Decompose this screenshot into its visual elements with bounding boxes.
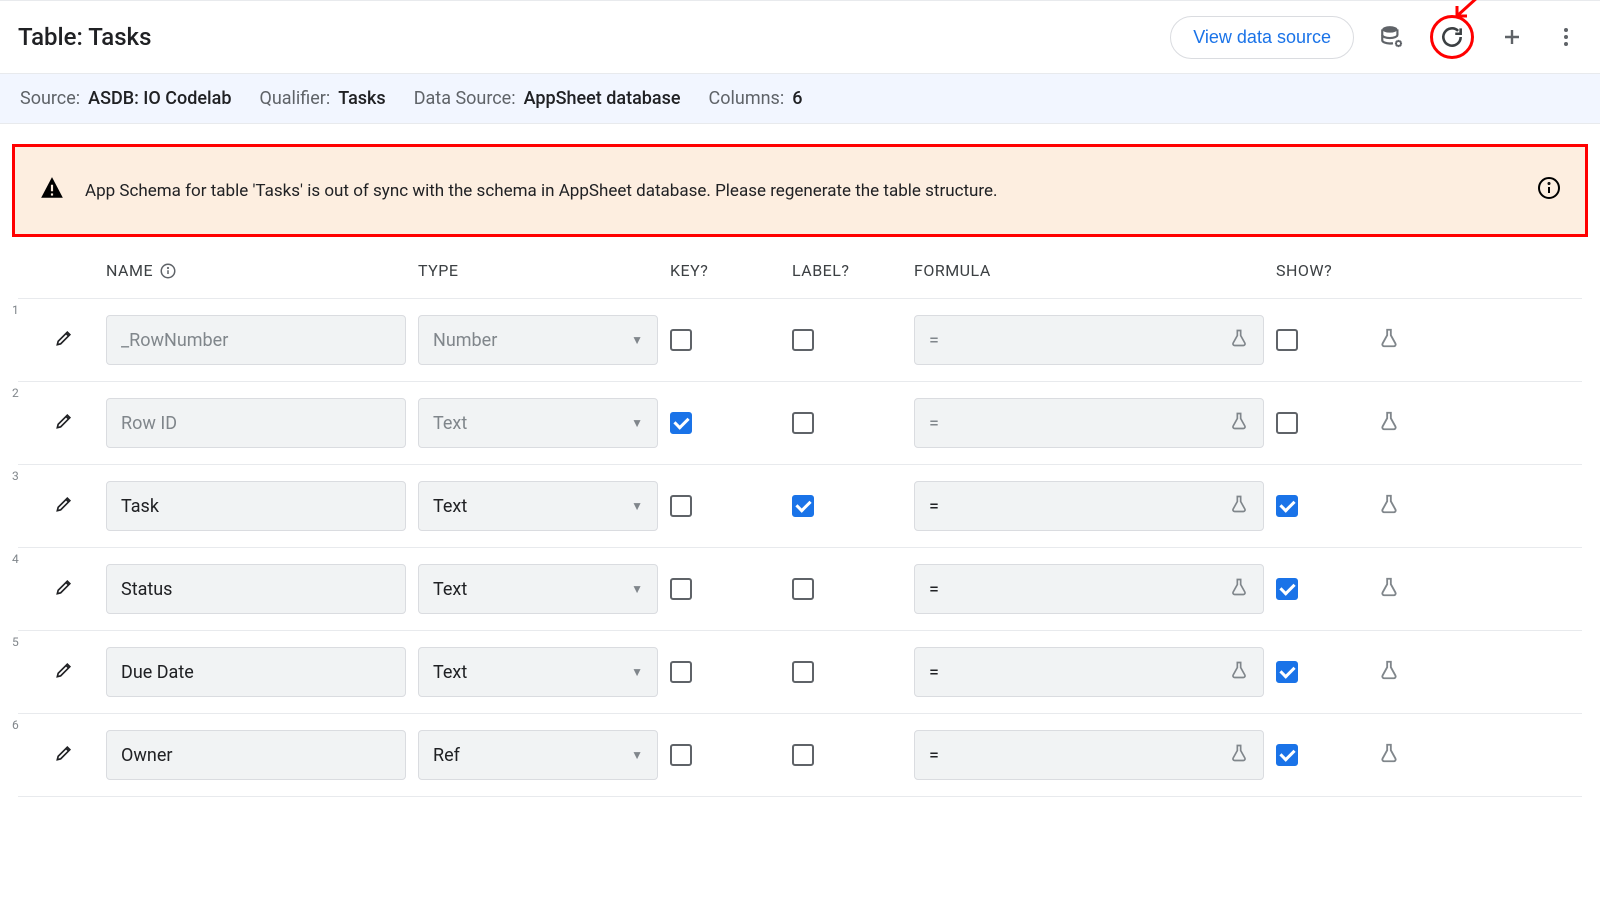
column-type-select[interactable]: Text▼ [418, 564, 658, 614]
flask-icon[interactable] [1378, 327, 1400, 353]
columns-label: Columns: [709, 88, 785, 109]
key-checkbox[interactable] [670, 744, 692, 766]
data-settings-icon[interactable] [1376, 21, 1408, 53]
flask-icon [1229, 328, 1249, 352]
column-type-select[interactable]: Text▼ [418, 647, 658, 697]
view-data-source-button[interactable]: View data source [1170, 16, 1354, 59]
info-outline-icon [159, 262, 177, 280]
edit-icon[interactable] [54, 743, 94, 767]
columns-header-row: NAME TYPE KEY? LABEL? FORMULA SHOW? [18, 261, 1582, 299]
column-type-select[interactable]: Ref▼ [418, 730, 658, 780]
row-number: 1 [12, 303, 36, 317]
column-type-select[interactable]: Text▼ [418, 481, 658, 531]
flask-icon [1229, 411, 1249, 435]
row-number: 4 [12, 552, 36, 566]
flask-icon [1229, 660, 1249, 684]
more-icon[interactable] [1550, 21, 1582, 53]
flask-icon [1229, 577, 1249, 601]
key-checkbox[interactable] [670, 329, 692, 351]
show-checkbox[interactable] [1276, 578, 1298, 600]
refresh-highlight [1430, 15, 1474, 59]
columns-value: 6 [792, 88, 802, 109]
row-number: 3 [12, 469, 36, 483]
edit-icon[interactable] [54, 577, 94, 601]
show-checkbox[interactable] [1276, 744, 1298, 766]
key-checkbox[interactable] [670, 495, 692, 517]
column-row: 2Row IDText▼= [18, 382, 1582, 465]
flask-icon[interactable] [1378, 410, 1400, 436]
warning-icon [39, 175, 65, 206]
qualifier-value: Tasks [338, 88, 385, 109]
regenerate-icon[interactable] [1436, 21, 1468, 53]
show-checkbox[interactable] [1276, 661, 1298, 683]
row-number: 5 [12, 635, 36, 649]
flask-icon[interactable] [1378, 576, 1400, 602]
flask-icon[interactable] [1378, 659, 1400, 685]
col-show-header: SHOW? [1276, 261, 1332, 280]
column-row: 6OwnerRef▼= [18, 714, 1582, 797]
qualifier-label: Qualifier: [259, 88, 330, 109]
flask-icon [1229, 743, 1249, 767]
label-checkbox[interactable] [792, 495, 814, 517]
table-header: Table: Tasks View data source [0, 1, 1600, 74]
info-icon[interactable] [1537, 176, 1561, 205]
row-number: 2 [12, 386, 36, 400]
edit-icon[interactable] [54, 328, 94, 352]
add-icon[interactable] [1496, 21, 1528, 53]
flask-icon [1229, 494, 1249, 518]
label-checkbox[interactable] [792, 412, 814, 434]
show-checkbox[interactable] [1276, 495, 1298, 517]
column-row: 5Due DateText▼= [18, 631, 1582, 714]
column-type-select[interactable]: Text▼ [418, 398, 658, 448]
formula-field[interactable]: = [914, 730, 1264, 780]
edit-icon[interactable] [54, 411, 94, 435]
show-checkbox[interactable] [1276, 412, 1298, 434]
column-name-field[interactable]: Owner [106, 730, 406, 780]
datasource-value: AppSheet database [524, 88, 681, 109]
flask-icon[interactable] [1378, 493, 1400, 519]
page-title: Table: Tasks [18, 23, 1170, 51]
source-value: ASDB: IO Codelab [88, 88, 231, 109]
column-name-field[interactable]: Row ID [106, 398, 406, 448]
col-formula-header: FORMULA [914, 261, 991, 280]
formula-field[interactable]: = [914, 564, 1264, 614]
source-label: Source: [20, 88, 80, 109]
show-checkbox[interactable] [1276, 329, 1298, 351]
edit-icon[interactable] [54, 660, 94, 684]
warning-text: App Schema for table 'Tasks' is out of s… [85, 181, 1517, 201]
column-row: 1_RowNumberNumber▼= [18, 299, 1582, 382]
annotation-arrow-icon [1447, 0, 1481, 22]
datasource-label: Data Source: [414, 88, 516, 109]
edit-icon[interactable] [54, 494, 94, 518]
col-key-header: KEY? [670, 261, 708, 280]
formula-field[interactable]: = [914, 647, 1264, 697]
col-type-header: TYPE [418, 261, 458, 280]
key-checkbox[interactable] [670, 661, 692, 683]
label-checkbox[interactable] [792, 329, 814, 351]
label-checkbox[interactable] [792, 578, 814, 600]
key-checkbox[interactable] [670, 412, 692, 434]
key-checkbox[interactable] [670, 578, 692, 600]
column-row: 4StatusText▼= [18, 548, 1582, 631]
formula-field[interactable]: = [914, 315, 1264, 365]
col-label-header: LABEL? [792, 261, 849, 280]
column-name-field[interactable]: _RowNumber [106, 315, 406, 365]
col-name-header: NAME [106, 261, 153, 280]
column-row: 3TaskText▼= [18, 465, 1582, 548]
column-name-field[interactable]: Due Date [106, 647, 406, 697]
formula-field[interactable]: = [914, 481, 1264, 531]
label-checkbox[interactable] [792, 744, 814, 766]
schema-warning-banner: App Schema for table 'Tasks' is out of s… [12, 144, 1588, 237]
label-checkbox[interactable] [792, 661, 814, 683]
column-type-select[interactable]: Number▼ [418, 315, 658, 365]
column-name-field[interactable]: Task [106, 481, 406, 531]
column-name-field[interactable]: Status [106, 564, 406, 614]
formula-field[interactable]: = [914, 398, 1264, 448]
table-info-strip: Source:ASDB: IO Codelab Qualifier:Tasks … [0, 74, 1600, 124]
flask-icon[interactable] [1378, 742, 1400, 768]
row-number: 6 [12, 718, 36, 732]
